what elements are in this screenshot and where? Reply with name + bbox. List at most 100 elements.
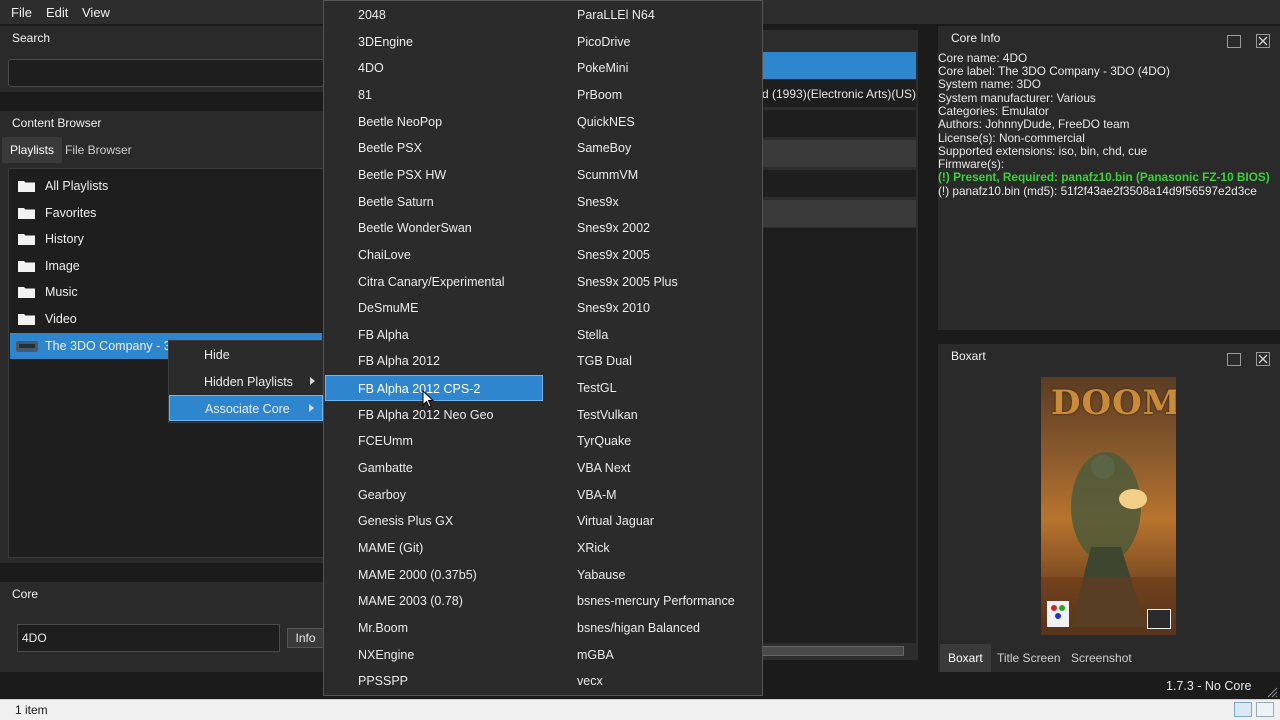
- associate-core-submenu: 2048 3DEngine 4DO 81 Beetle NeoPop Beetle PSX…: [323, 0, 763, 696]
- core-item[interactable]: Mr.Boom: [358, 615, 408, 641]
- core-item[interactable]: QuickNES: [577, 109, 635, 135]
- playlist-item-all[interactable]: All Playlists: [10, 173, 322, 199]
- core-item[interactable]: Snes9x 2005 Plus: [577, 269, 678, 295]
- details-view-icon[interactable]: [1234, 702, 1252, 717]
- core-item[interactable]: Beetle PSX: [358, 135, 422, 161]
- playlist-item-history[interactable]: History: [10, 226, 322, 252]
- tab-screenshot[interactable]: Screenshot: [1063, 644, 1140, 672]
- center-row[interactable]: d (1993)(Electronic Arts)(US)[!]: [762, 80, 916, 107]
- float-icon[interactable]: [1227, 35, 1241, 48]
- core-item[interactable]: 3DEngine: [358, 29, 413, 55]
- playlist-item-music[interactable]: Music: [10, 279, 322, 305]
- core-item[interactable]: Gearboy: [358, 482, 406, 508]
- folder-icon: [18, 287, 35, 298]
- core-item[interactable]: MAME 2000 (0.37b5): [358, 562, 477, 588]
- context-menu: Hide Hidden Playlists Associate Core: [168, 340, 324, 423]
- core-item[interactable]: Beetle NeoPop: [358, 109, 442, 135]
- playlist-item-image[interactable]: Image: [10, 253, 322, 279]
- core-item[interactable]: Beetle PSX HW: [358, 162, 446, 188]
- core-item[interactable]: NXEngine: [358, 642, 414, 668]
- core-item[interactable]: Gambatte: [358, 455, 413, 481]
- core-item[interactable]: Citra Canary/Experimental: [358, 269, 505, 295]
- core-item[interactable]: FB Alpha: [358, 322, 409, 348]
- boxart-cover-title: DOOM: [1051, 383, 1176, 423]
- center-list: [762, 228, 916, 643]
- core-item[interactable]: Snes9x 2002: [577, 215, 650, 241]
- core-item[interactable]: MAME 2003 (0.78): [358, 588, 463, 614]
- core-item[interactable]: mGBA: [577, 642, 614, 668]
- publisher-logo: [1147, 609, 1171, 629]
- core-info-label: Core label: The 3DO Company - 3DO (4DO): [938, 64, 1170, 78]
- search-title: Search: [12, 31, 51, 45]
- core-item[interactable]: 81: [358, 82, 372, 108]
- center-row: [762, 140, 916, 167]
- tab-file-browser[interactable]: File Browser: [57, 137, 140, 163]
- core-item[interactable]: 4DO: [358, 55, 384, 81]
- content-browser-title: Content Browser: [12, 116, 102, 130]
- core-item[interactable]: Virtual Jaguar: [577, 508, 654, 534]
- core-info-button[interactable]: Info: [287, 628, 324, 648]
- core-item[interactable]: Yabause: [577, 562, 625, 588]
- core-item[interactable]: FB Alpha 2012: [358, 348, 440, 374]
- folder-icon: [18, 181, 35, 192]
- core-item[interactable]: Genesis Plus GX: [358, 508, 453, 534]
- core-item[interactable]: bsnes/higan Balanced: [577, 615, 700, 641]
- ctx-hide[interactable]: Hide: [169, 342, 323, 368]
- core-select[interactable]: [17, 624, 280, 652]
- core-item[interactable]: Beetle Saturn: [358, 189, 434, 215]
- core-item[interactable]: DeSmuME: [358, 295, 418, 321]
- core-item[interactable]: XRick: [577, 535, 610, 561]
- core-item[interactable]: PokeMini: [577, 55, 628, 81]
- core-item[interactable]: ChaiLove: [358, 242, 411, 268]
- core-item[interactable]: SameBoy: [577, 135, 631, 161]
- core-item[interactable]: Snes9x 2010: [577, 295, 650, 321]
- core-item[interactable]: Stella: [577, 322, 608, 348]
- ctx-associate-core[interactable]: Associate Core: [169, 395, 323, 421]
- core-item[interactable]: PPSSPP: [358, 668, 408, 694]
- core-item[interactable]: 2048: [358, 2, 386, 28]
- list-view-icon[interactable]: [1256, 702, 1274, 717]
- core-item[interactable]: Beetle WonderSwan: [358, 215, 472, 241]
- ctx-hidden-playlists[interactable]: Hidden Playlists: [169, 369, 323, 395]
- menu-file[interactable]: File: [11, 5, 32, 20]
- search-input[interactable]: [8, 59, 324, 87]
- core-info-categories: Categories: Emulator: [938, 104, 1049, 118]
- core-item[interactable]: ParaLLEl N64: [577, 2, 655, 28]
- core-item[interactable]: Snes9x: [577, 189, 619, 215]
- tab-playlists[interactable]: Playlists: [2, 137, 63, 163]
- center-panel: d (1993)(Electronic Arts)(US)[!]: [762, 30, 918, 660]
- console-icon: [16, 341, 38, 352]
- boxart-title: Boxart: [951, 349, 986, 363]
- core-item[interactable]: vecx: [577, 668, 603, 694]
- core-item[interactable]: Snes9x 2005: [577, 242, 650, 268]
- core-item[interactable]: FB Alpha 2012 CPS-2: [325, 375, 543, 402]
- float-icon[interactable]: [1227, 353, 1241, 366]
- core-item[interactable]: FCEUmm: [358, 428, 413, 454]
- resize-grip-icon[interactable]: [1266, 686, 1278, 698]
- menu-view[interactable]: View: [82, 5, 110, 20]
- core-info-system: System name: 3DO: [938, 77, 1041, 91]
- core-item[interactable]: bsnes-mercury Performance: [577, 588, 735, 614]
- core-item[interactable]: TestVulkan: [577, 402, 638, 428]
- close-icon[interactable]: [1256, 352, 1270, 366]
- close-icon[interactable]: [1256, 34, 1270, 48]
- search-panel: Search: [0, 26, 324, 92]
- core-item[interactable]: PrBoom: [577, 82, 622, 108]
- playlist-item-favorites[interactable]: Favorites: [10, 200, 322, 226]
- core-info-name: Core name: 4DO: [938, 51, 1028, 65]
- core-item[interactable]: ScummVM: [577, 162, 638, 188]
- tab-boxart[interactable]: Boxart: [940, 644, 991, 672]
- core-item[interactable]: MAME (Git): [358, 535, 423, 561]
- core-item[interactable]: TGB Dual: [577, 348, 632, 374]
- core-info-firmware-md5: (!) panafz10.bin (md5): 51f2f43ae2f3508a…: [938, 184, 1257, 198]
- tab-title-screen[interactable]: Title Screen: [989, 644, 1069, 672]
- playlist-item-video[interactable]: Video: [10, 306, 322, 332]
- core-item[interactable]: VBA Next: [577, 455, 631, 481]
- horizontal-scrollbar[interactable]: [762, 646, 904, 656]
- core-item[interactable]: TestGL: [577, 375, 617, 401]
- core-item[interactable]: PicoDrive: [577, 29, 631, 55]
- core-item[interactable]: VBA-M: [577, 482, 617, 508]
- core-item[interactable]: TyrQuake: [577, 428, 631, 454]
- menu-edit[interactable]: Edit: [46, 5, 68, 20]
- core-panel-title: Core: [12, 587, 39, 601]
